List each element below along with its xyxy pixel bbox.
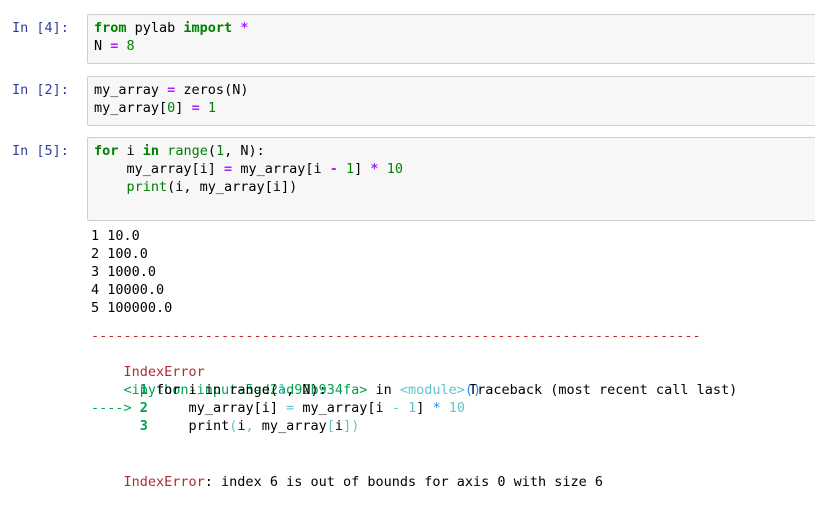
frame-arrow: ----> [91, 400, 140, 416]
traceback-frame-line: 3 print(i, my_array[i]) [91, 417, 360, 435]
frame-code-token: 10 [448, 400, 466, 416]
frame-code-token: * [432, 400, 441, 416]
frame-code-token: my_array[i] [147, 400, 287, 416]
stdout-line: 2 100.0 [91, 246, 148, 262]
traceback-header: IndexError Traceback (most recent call l… [91, 345, 771, 398]
frame-code-token [441, 400, 449, 416]
traceback-parens: () [464, 382, 482, 398]
frame-line-number: 1 [139, 382, 148, 398]
frame-arrow [91, 418, 140, 434]
frame-line-number: 2 [139, 400, 148, 416]
final-error-name: IndexError [123, 474, 205, 490]
frame-code-token: print [147, 418, 230, 434]
stdout-line: 3 1000.0 [91, 264, 157, 280]
frame-code-token: ] [343, 418, 352, 434]
frame-code-token: my_array[i [294, 400, 392, 416]
traceback-in: in [367, 382, 400, 398]
traceback-frame-line: 1 for i in range(1, N): [91, 381, 327, 399]
traceback-module: <module> [399, 382, 465, 398]
frame-code-token: = [286, 400, 295, 416]
frame-code-token: ] [416, 400, 433, 416]
frame-code-token: 1 [408, 400, 417, 416]
frame-arrow [91, 382, 140, 398]
frame-code-token: [ [326, 418, 335, 434]
frame-code-token: i [334, 418, 344, 434]
frame-code-token: - [391, 400, 400, 416]
final-error-message: : index 6 is out of bounds for axis 0 wi… [204, 474, 604, 490]
cell-output: 1 10.0 2 100.0 3 1000.0 4 10000.0 5 1000… [0, 0, 815, 490]
frame-code-token: ) [351, 418, 360, 434]
stdout-line: 4 10000.0 [91, 282, 165, 298]
frame-code-token [400, 400, 408, 416]
traceback-separator: ----------------------------------------… [91, 328, 701, 344]
frame-line-number: 3 [139, 418, 148, 434]
stdout-line: 5 100000.0 [91, 300, 173, 316]
frame-code-token: , [245, 418, 254, 434]
frame-code-token: for i in range( [147, 382, 278, 398]
frame-code-token: , N): [286, 382, 327, 398]
traceback-frame-line: ----> 2 my_array[i] = my_array[i - 1] * … [91, 399, 465, 417]
frame-code-token: my_array [253, 418, 327, 434]
traceback-header-right: Traceback (most recent call last) [469, 382, 738, 398]
traceback-location: <ipython-input-5-d2ad92b934fa> in <modul… [91, 363, 482, 398]
stdout-line: 1 10.0 [91, 228, 140, 244]
frame-code-token: 1 [277, 382, 287, 398]
error-message: IndexError: index 6 is out of bounds for… [91, 455, 604, 490]
